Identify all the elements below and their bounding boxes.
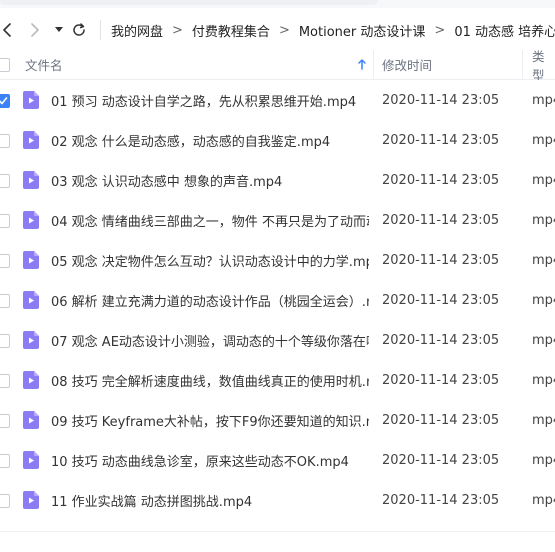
row-checkbox[interactable] (0, 134, 10, 148)
file-modified-time: 2020-11-14 23:05 (382, 92, 500, 108)
column-header-type-label: 类型 (532, 48, 545, 83)
row-checkbox[interactable] (0, 374, 10, 388)
column-header-name-label: 文件名 (25, 58, 63, 73)
breadcrumb-item[interactable]: 01 动态感 培养心法 (454, 21, 555, 40)
file-name[interactable]: 04 观念 情绪曲线三部曲之一，物件 不再只是为了动而动... (51, 200, 369, 240)
forward-button[interactable] (28, 10, 42, 50)
column-divider[interactable] (373, 50, 374, 79)
table-row[interactable]: 06 解析 建立充满力道的动态设计作品（桃园全运会）.m... 2020-11-1… (0, 280, 555, 320)
column-header-modified[interactable]: 修改时间 (382, 50, 432, 79)
video-file-icon (23, 451, 39, 469)
video-file-icon (23, 131, 39, 149)
column-header-name[interactable]: 文件名 (25, 50, 375, 79)
file-modified-time: 2020-11-14 23:05 (382, 132, 500, 148)
refresh-icon (73, 23, 85, 36)
file-type: mp4 (532, 332, 555, 348)
nav-separator (100, 20, 101, 40)
file-type: mp4 (532, 212, 555, 228)
list-bottom-border (0, 531, 555, 532)
row-checkbox[interactable] (0, 254, 10, 268)
breadcrumb-separator: > (278, 22, 290, 38)
file-modified-time: 2020-11-14 23:05 (382, 212, 500, 228)
video-file-icon (23, 411, 39, 429)
video-file-icon (23, 331, 39, 349)
file-modified-time: 2020-11-14 23:05 (382, 412, 500, 428)
back-icon (3, 23, 11, 37)
file-modified-time: 2020-11-14 23:05 (382, 292, 500, 308)
file-type: mp4 (532, 92, 555, 108)
video-file-icon (23, 291, 39, 309)
breadcrumb-separator: > (172, 22, 183, 38)
row-checkbox[interactable] (0, 454, 10, 468)
file-name[interactable]: 03 观念 认识动态感中 想象的声音.mp4 (51, 160, 369, 200)
file-name[interactable]: 09 技巧 Keyframe大补帖，按下F9你还要知道的知识.mp4 (51, 400, 369, 440)
tab-strip (0, 0, 378, 5)
file-modified-time: 2020-11-14 23:05 (382, 372, 500, 388)
file-modified-time: 2020-11-14 23:05 (382, 452, 500, 468)
breadcrumb-item[interactable]: Motioner 动态设计课 (299, 21, 426, 40)
history-dropdown-button[interactable] (53, 10, 65, 50)
file-name[interactable]: 10 技巧 动态曲线急诊室，原来这些动态不OK.mp4 (51, 440, 369, 480)
file-type: mp4 (532, 452, 555, 468)
video-file-icon (23, 171, 39, 189)
file-modified-time: 2020-11-14 23:05 (382, 252, 500, 268)
breadcrumb: 我的网盘 > 付费教程集合 > Motioner 动态设计课 > 01 动态感 … (111, 10, 555, 50)
check-icon (0, 97, 8, 105)
select-all-checkbox[interactable] (0, 58, 10, 72)
video-file-icon (23, 211, 39, 229)
table-row[interactable]: 09 技巧 Keyframe大补帖，按下F9你还要知道的知识.mp4 2020-1… (0, 400, 555, 440)
file-type: mp4 (532, 492, 555, 508)
row-checkbox[interactable] (0, 214, 10, 228)
video-file-icon (23, 251, 39, 269)
video-file-icon (23, 491, 39, 509)
column-header-modified-label: 修改时间 (382, 58, 433, 73)
breadcrumb-item[interactable]: 我的网盘 (111, 21, 163, 40)
table-header: 文件名 修改时间 类型 (0, 49, 555, 83)
row-checkbox[interactable] (0, 174, 10, 188)
navigation-bar: 我的网盘 > 付费教程集合 > Motioner 动态设计课 > 01 动态感 … (0, 10, 555, 50)
table-row[interactable]: 08 技巧 完全解析速度曲线，数值曲线真正的使用时机.m... 2020-11-1… (0, 360, 555, 400)
column-header-type[interactable]: 类型 (532, 49, 555, 83)
table-row[interactable]: 11 作业实战篇 动态拼图挑战.mp4 2020-11-14 23:05 mp4 (0, 480, 555, 520)
row-checkbox[interactable] (0, 294, 10, 308)
row-checkbox[interactable] (0, 334, 10, 348)
video-file-icon (23, 91, 39, 109)
sort-up-arrow-icon (358, 59, 366, 70)
table-row[interactable]: 07 观念 AE动态设计小测验，调动态的十个等级你落在哪... 2020-11-1… (0, 320, 555, 360)
file-name[interactable]: 07 观念 AE动态设计小测验，调动态的十个等级你落在哪... (51, 320, 369, 360)
file-type: mp4 (532, 172, 555, 188)
table-row[interactable]: 04 观念 情绪曲线三部曲之一，物件 不再只是为了动而动... 2020-11-1… (0, 200, 555, 240)
file-name[interactable]: 11 作业实战篇 动态拼图挑战.mp4 (51, 480, 369, 520)
file-name[interactable]: 06 解析 建立充满力道的动态设计作品（桃园全运会）.m... (51, 280, 369, 320)
table-row[interactable]: 01 预习 动态设计自学之路，先从积累思维开始.mp4 2020-11-14 23… (0, 80, 555, 120)
table-row[interactable]: 02 观念 什么是动态感，动态感的自我鉴定.mp4 2020-11-14 23:0… (0, 120, 555, 160)
file-name[interactable]: 08 技巧 完全解析速度曲线，数值曲线真正的使用时机.m... (51, 360, 369, 400)
breadcrumb-item[interactable]: 付费教程集合 (192, 21, 270, 40)
file-type: mp4 (532, 252, 555, 268)
video-file-icon (23, 371, 39, 389)
table-row[interactable]: 03 观念 认识动态感中 想象的声音.mp4 2020-11-14 23:05 mp… (0, 160, 555, 200)
file-modified-time: 2020-11-14 23:05 (382, 332, 500, 348)
file-name[interactable]: 01 预习 动态设计自学之路，先从积累思维开始.mp4 (51, 80, 369, 120)
dropdown-icon (55, 27, 63, 32)
file-modified-time: 2020-11-14 23:05 (382, 172, 500, 188)
column-divider[interactable] (522, 50, 523, 79)
file-type: mp4 (532, 412, 555, 428)
row-checkbox[interactable] (0, 414, 10, 428)
back-button[interactable] (0, 10, 14, 50)
file-type: mp4 (532, 132, 555, 148)
file-type: mp4 (532, 372, 555, 388)
table-row[interactable]: 05 观念 决定物件怎么互动？认识动态设计中的力学.mp4 2020-11-14 … (0, 240, 555, 280)
refresh-button[interactable] (70, 10, 88, 50)
top-strip (0, 0, 555, 8)
file-type: mp4 (532, 292, 555, 308)
forward-icon (31, 23, 39, 37)
file-name[interactable]: 02 观念 什么是动态感，动态感的自我鉴定.mp4 (51, 120, 369, 160)
file-name[interactable]: 05 观念 决定物件怎么互动？认识动态设计中的力学.mp4 (51, 240, 369, 280)
table-row[interactable]: 10 技巧 动态曲线急诊室，原来这些动态不OK.mp4 2020-11-14 23… (0, 440, 555, 480)
row-checkbox[interactable] (0, 494, 10, 508)
row-checkbox[interactable] (0, 94, 10, 108)
file-modified-time: 2020-11-14 23:05 (382, 492, 500, 508)
breadcrumb-separator: > (434, 22, 446, 38)
